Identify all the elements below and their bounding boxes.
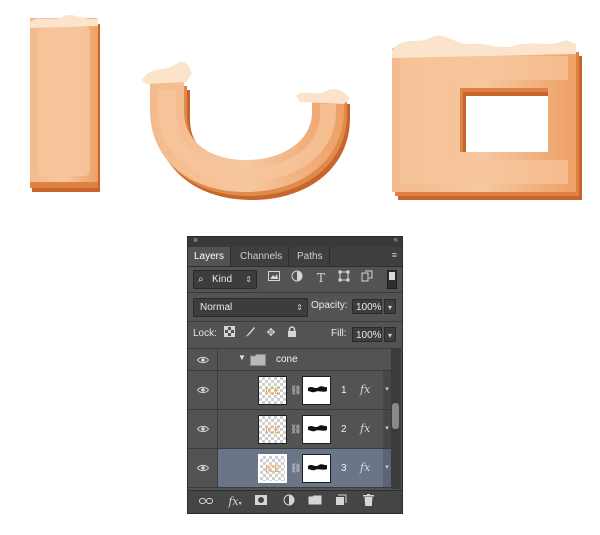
fx-icon[interactable]: fx: [360, 461, 370, 474]
adjustment-icon[interactable]: [281, 494, 297, 510]
visibility-toggle[interactable]: [188, 449, 218, 487]
lock-position-icon[interactable]: ✥: [264, 326, 278, 340]
fill-label: Fill:: [331, 328, 347, 339]
effects-expand-icon[interactable]: ▾: [383, 371, 391, 409]
filter-kind-select[interactable]: ⌕ Kind ⇕: [193, 270, 257, 289]
letter-e: [392, 35, 582, 200]
svg-text:ICE: ICE: [265, 426, 280, 436]
letter-i: [30, 15, 100, 192]
group-name: cone: [276, 354, 298, 365]
blend-row: Normal ⇕ Opacity: 100% ▾: [188, 293, 402, 320]
layer-name: 2: [341, 424, 347, 435]
layers-list: ▼ cone ICE ⛓ 1 fx ▾ ICE ⛓ 2 fx ▾ ICE ⛓ 3…: [188, 349, 391, 489]
eye-icon: [197, 464, 209, 472]
tab-layers[interactable]: Layers: [188, 247, 232, 266]
chain-link-icon[interactable]: ⛓: [290, 461, 301, 475]
new-layer-icon[interactable]: [333, 494, 349, 510]
layer-thumbnail[interactable]: ICE: [258, 376, 287, 405]
svg-text:ICE: ICE: [265, 387, 280, 397]
eye-icon: [197, 425, 209, 433]
svg-text:ICE: ICE: [265, 465, 280, 475]
opacity-label: Opacity:: [311, 300, 348, 311]
type-filter-icon[interactable]: T: [312, 270, 330, 287]
lock-pixels-icon[interactable]: [243, 326, 257, 340]
filter-toggle[interactable]: [387, 270, 397, 289]
layer-row[interactable]: ICE ⛓ 2 fx ▾: [188, 410, 391, 449]
folder-icon: [250, 354, 266, 366]
close-icon[interactable]: ×: [193, 235, 198, 245]
effects-expand-icon[interactable]: ▾: [383, 449, 391, 487]
panel-bottom-toolbar: fx▾: [188, 490, 402, 513]
layer-name: 1: [341, 385, 347, 396]
fx-icon[interactable]: fx: [360, 422, 370, 435]
layer-thumbnail[interactable]: ICE: [258, 454, 287, 483]
link-icon[interactable]: [198, 494, 214, 510]
visibility-toggle[interactable]: [188, 349, 218, 370]
tab-paths[interactable]: Paths: [291, 247, 330, 266]
panel-tabs: Layers Channels Paths ≡: [188, 247, 402, 267]
lock-row: Lock: ✥ Fill: 100% ▾: [188, 322, 402, 348]
chain-link-icon[interactable]: ⛓: [290, 422, 301, 436]
chevron-updown-icon: ⇕: [296, 303, 303, 312]
blend-mode-select[interactable]: Normal ⇕: [193, 298, 308, 317]
opacity-dropdown-icon[interactable]: ▾: [384, 299, 396, 314]
search-icon: ⌕: [198, 274, 204, 285]
panel-title-strip: × «: [188, 235, 402, 247]
group-row-cone[interactable]: ▼ cone: [188, 349, 391, 371]
fx-icon[interactable]: fx▾: [227, 494, 243, 510]
blend-mode-value: Normal: [200, 302, 233, 313]
mask-icon[interactable]: [253, 494, 269, 510]
image-filter-icon[interactable]: [265, 270, 283, 287]
layer-row-selected[interactable]: ICE ⛓ 3 fx ▾: [188, 449, 391, 488]
letter-c: [142, 61, 350, 200]
lock-transparency-icon[interactable]: [222, 326, 236, 340]
panel-menu-icon[interactable]: ≡: [392, 250, 397, 260]
layer-thumbnail[interactable]: ICE: [258, 415, 287, 444]
layer-name: 3: [341, 463, 347, 474]
filter-kind-label: Kind: [212, 274, 233, 285]
disclosure-triangle-icon[interactable]: ▼: [238, 353, 246, 362]
fill-dropdown-icon[interactable]: ▾: [384, 327, 396, 342]
layer-row[interactable]: ICE ⛓ 1 fx ▾: [188, 371, 391, 410]
lock-label: Lock:: [193, 328, 217, 339]
chevron-updown-icon: ⇕: [245, 275, 252, 284]
layer-mask-thumbnail[interactable]: [302, 454, 331, 483]
layer-mask-thumbnail[interactable]: [302, 415, 331, 444]
tab-channels[interactable]: Channels: [234, 247, 290, 266]
layers-scrollbar[interactable]: [391, 349, 401, 489]
chain-link-icon[interactable]: ⛓: [290, 383, 301, 397]
ice-artwork: [30, 15, 582, 200]
smart-object-filter-icon[interactable]: [358, 270, 376, 287]
effects-expand-icon[interactable]: ▾: [383, 410, 391, 448]
visibility-toggle[interactable]: [188, 371, 218, 409]
trash-icon[interactable]: [360, 494, 376, 510]
eye-icon: [197, 356, 209, 363]
shape-filter-icon[interactable]: [335, 270, 353, 287]
visibility-toggle[interactable]: [188, 410, 218, 448]
fx-icon[interactable]: fx: [360, 383, 370, 396]
eye-icon: [197, 386, 209, 394]
collapse-icon[interactable]: «: [394, 235, 399, 244]
filter-row: ⌕ Kind ⇕ T: [188, 267, 402, 291]
layer-mask-thumbnail[interactable]: [302, 376, 331, 405]
opacity-input[interactable]: 100%: [352, 299, 382, 314]
adjustment-filter-icon[interactable]: [288, 270, 306, 287]
scrollbar-thumb[interactable]: [392, 403, 399, 429]
fill-input[interactable]: 100%: [352, 327, 382, 342]
lock-all-icon[interactable]: [285, 326, 299, 340]
layers-panel: × « Layers Channels Paths ≡ ⌕ Kind ⇕ T N…: [187, 235, 403, 514]
folder-icon[interactable]: [307, 494, 323, 510]
